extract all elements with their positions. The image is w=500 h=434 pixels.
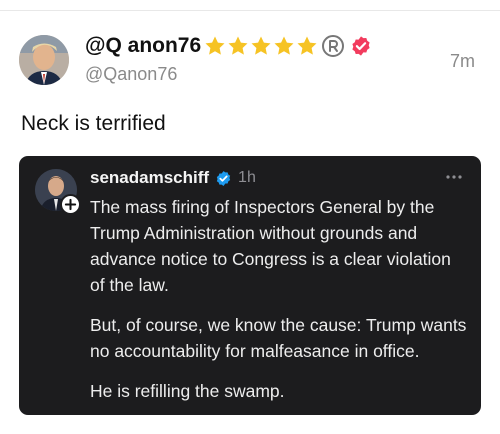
star-rating [203, 34, 318, 58]
quoted-paragraph: He is refilling the swamp. [90, 381, 285, 401]
quoted-paragraph: The mass firing of Inspectors General by… [90, 197, 451, 295]
star-icon [228, 36, 248, 55]
verified-badge-icon [352, 36, 370, 56]
quoted-post-timestamp[interactable]: 1h [238, 169, 256, 187]
author-avatar[interactable] [19, 35, 69, 85]
star-icon [274, 36, 294, 55]
quoted-post-card[interactable]: senadamschiff 1h The mass firing of Insp… [19, 156, 481, 415]
follow-plus-button[interactable] [60, 194, 81, 215]
star-icon [251, 36, 271, 55]
quoted-author-row[interactable]: senadamschiff 1h [90, 168, 256, 188]
quoted-author-name[interactable]: senadamschiff [90, 168, 209, 188]
follow-plus-icon [64, 198, 77, 211]
post-timestamp[interactable]: 7m [450, 51, 475, 72]
author-name-row[interactable]: @Q anon76 [85, 34, 372, 58]
top-divider [0, 10, 500, 11]
quoted-post-body: The mass firing of Inspectors General by… [90, 194, 470, 415]
registered-icon [322, 35, 345, 57]
quoted-paragraph: But, of course, we know the cause: Trump… [90, 315, 467, 361]
verified-badge-icon [216, 170, 231, 186]
more-options-icon[interactable] [444, 172, 464, 182]
author-name[interactable]: @Q anon76 [85, 34, 201, 58]
post-text: Neck is terrified [21, 112, 166, 135]
author-handle[interactable]: @Qanon76 [85, 64, 177, 85]
star-icon [297, 36, 317, 55]
star-icon [205, 36, 225, 55]
